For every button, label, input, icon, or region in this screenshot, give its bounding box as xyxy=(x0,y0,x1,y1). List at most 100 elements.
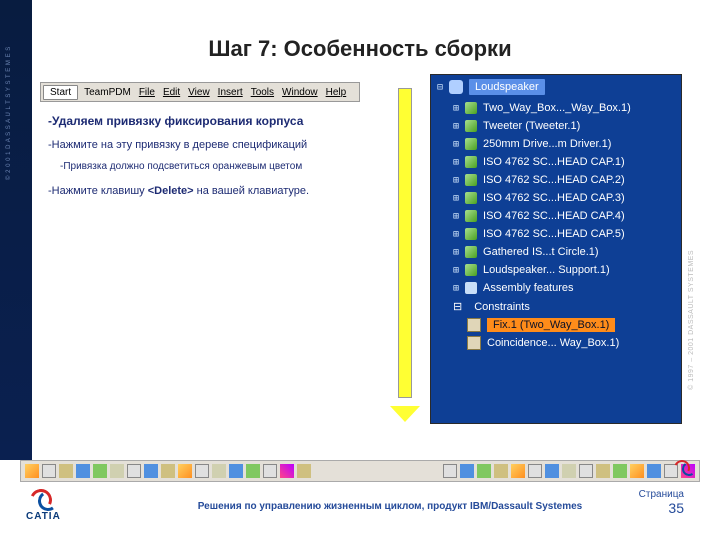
menu-insert[interactable]: Insert xyxy=(218,87,243,98)
tree-root[interactable]: ⊟ Loudspeaker xyxy=(431,75,681,99)
expand-icon[interactable]: ⊞ xyxy=(453,103,459,114)
tool-icon[interactable] xyxy=(647,464,661,478)
sidebar-copyright: © 2 0 0 1 D A S S A U L T S Y S T E M E … xyxy=(6,46,12,180)
expand-icon[interactable]: ⊞ xyxy=(453,139,459,150)
toolbar-left-group xyxy=(25,464,311,478)
ds-logo-small xyxy=(674,460,696,478)
tree-item[interactable]: ⊞ISO 4762 SC...HEAD CAP.4) xyxy=(431,207,681,225)
tool-icon[interactable] xyxy=(178,464,192,478)
tool-icon[interactable] xyxy=(477,464,491,478)
tree-item-label: Gathered IS...t Circle.1) xyxy=(483,246,599,258)
tool-icon[interactable] xyxy=(562,464,576,478)
tool-icon[interactable] xyxy=(280,464,294,478)
instruction-sub3-pre: -Нажмите клавишу xyxy=(48,185,148,197)
expand-icon[interactable]: ⊞ xyxy=(453,193,459,204)
expand-icon[interactable]: ⊞ xyxy=(453,211,459,222)
instruction-sub1: -Нажмите на эту привязку в дереве специф… xyxy=(48,137,368,155)
expand-icon[interactable]: ⊞ xyxy=(453,247,459,258)
expand-icon[interactable]: ⊞ xyxy=(453,283,459,294)
tool-icon[interactable] xyxy=(511,464,525,478)
tool-icon[interactable] xyxy=(229,464,243,478)
tool-icon[interactable] xyxy=(76,464,90,478)
tool-icon[interactable] xyxy=(161,464,175,478)
bottom-toolbar xyxy=(20,460,700,482)
expand-icon[interactable]: ⊞ xyxy=(453,157,459,168)
tree-item[interactable]: ⊞ ISO 4762 SC...HEAD CAP.2) xyxy=(431,171,681,189)
tool-icon[interactable] xyxy=(42,464,56,478)
tool-icon[interactable] xyxy=(59,464,73,478)
menu-view[interactable]: View xyxy=(188,87,210,98)
instructions-block: -Удаляем привязку фиксирования корпуса -… xyxy=(48,112,368,200)
expand-icon[interactable]: ⊞ xyxy=(453,229,459,240)
tool-icon[interactable] xyxy=(246,464,260,478)
ds-logo: CATIA xyxy=(26,487,61,522)
tool-icon[interactable] xyxy=(93,464,107,478)
tool-icon[interactable] xyxy=(212,464,226,478)
constraints-node[interactable]: ⊟ Constraints xyxy=(431,297,681,316)
tree-item[interactable]: ⊞ISO 4762 SC...HEAD CAP.5) xyxy=(431,225,681,243)
page-number-value: 35 xyxy=(639,500,684,516)
tree-item[interactable]: ⊞Two_Way_Box..._Way_Box.1) xyxy=(431,99,681,117)
part-icon xyxy=(465,174,477,186)
tool-icon[interactable] xyxy=(25,464,39,478)
tool-icon[interactable] xyxy=(297,464,311,478)
menu-teampdm[interactable]: TeamPDM xyxy=(84,87,131,98)
part-icon xyxy=(465,264,477,276)
coincidence-icon xyxy=(467,336,481,350)
tool-icon[interactable] xyxy=(494,464,508,478)
part-icon xyxy=(465,120,477,132)
tool-icon[interactable] xyxy=(613,464,627,478)
spec-tree: ⊟ Loudspeaker ⊞Two_Way_Box..._Way_Box.1)… xyxy=(430,74,682,424)
copyright-vertical: © 1997 – 2001 DASSAULT SYSTEMES xyxy=(688,250,695,390)
page-number: Страница 35 xyxy=(639,489,684,516)
tree-item[interactable]: ⊞ Gathered IS...t Circle.1) xyxy=(431,243,681,261)
menu-file[interactable]: File xyxy=(139,87,155,98)
instruction-sub2: -Привязка должно подсветиться оранжевым … xyxy=(60,159,368,175)
product-icon xyxy=(449,80,463,94)
tool-icon[interactable] xyxy=(110,464,124,478)
menu-window[interactable]: Window xyxy=(282,87,318,98)
app-menubar: Start TeamPDM File Edit View Insert Tool… xyxy=(40,82,360,102)
fix-label: Fix.1 (Two_Way_Box.1) xyxy=(487,318,615,332)
tool-icon[interactable] xyxy=(195,464,209,478)
menu-start[interactable]: Start xyxy=(43,85,78,100)
tool-icon[interactable] xyxy=(443,464,457,478)
page-title: Шаг 7: Особенность сборки xyxy=(0,36,720,62)
tool-icon[interactable] xyxy=(127,464,141,478)
tree-item[interactable]: ⊞ 250mm Drive...m Driver.1) xyxy=(431,135,681,153)
tool-icon[interactable] xyxy=(596,464,610,478)
constraints-label: Constraints xyxy=(474,301,530,313)
expand-icon[interactable]: ⊟ xyxy=(453,300,462,313)
expand-icon[interactable]: ⊟ xyxy=(437,82,443,93)
fix-constraint[interactable]: Fix.1 (Two_Way_Box.1) xyxy=(467,316,681,334)
tool-icon[interactable] xyxy=(263,464,277,478)
tree-item[interactable]: ⊞ISO 4762 SC...HEAD CAP.1) xyxy=(431,153,681,171)
coincidence-constraint[interactable]: Coincidence... Way_Box.1) xyxy=(467,334,681,352)
tool-icon[interactable] xyxy=(630,464,644,478)
menu-help[interactable]: Help xyxy=(326,87,347,98)
expand-icon[interactable]: ⊞ xyxy=(453,175,459,186)
tool-icon[interactable] xyxy=(545,464,559,478)
instruction-key: <Delete> xyxy=(148,185,194,197)
instruction-main: -Удаляем привязку фиксирования корпуса xyxy=(48,112,368,131)
toolbar-right-group xyxy=(443,464,695,478)
tree-item[interactable]: ⊞Tweeter (Tweeter.1) xyxy=(431,117,681,135)
tool-icon[interactable] xyxy=(144,464,158,478)
tool-icon[interactable] xyxy=(460,464,474,478)
tree-item-label: ISO 4762 SC...HEAD CAP.2) xyxy=(483,174,625,186)
expand-icon[interactable]: ⊞ xyxy=(453,121,459,132)
tree-item[interactable]: ⊞ISO 4762 SC...HEAD CAP.3) xyxy=(431,189,681,207)
expand-icon[interactable]: ⊞ xyxy=(453,265,459,276)
menu-tools[interactable]: Tools xyxy=(251,87,274,98)
tree-item[interactable]: ⊞Assembly features xyxy=(431,279,681,297)
footer-text: Решения по управлению жизненным циклом, … xyxy=(180,501,600,512)
tool-icon[interactable] xyxy=(528,464,542,478)
tree-item-label: 250mm Drive...m Driver.1) xyxy=(483,138,611,150)
menu-edit[interactable]: Edit xyxy=(163,87,180,98)
part-icon xyxy=(465,192,477,204)
tree-item[interactable]: ⊞Loudspeaker... Support.1) xyxy=(431,261,681,279)
sidebar-brand: © 2 0 0 1 D A S S A U L T S Y S T E M E … xyxy=(0,0,32,460)
anchor-icon xyxy=(467,318,481,332)
tool-icon[interactable] xyxy=(579,464,593,478)
tree-root-label: Loudspeaker xyxy=(469,79,545,95)
